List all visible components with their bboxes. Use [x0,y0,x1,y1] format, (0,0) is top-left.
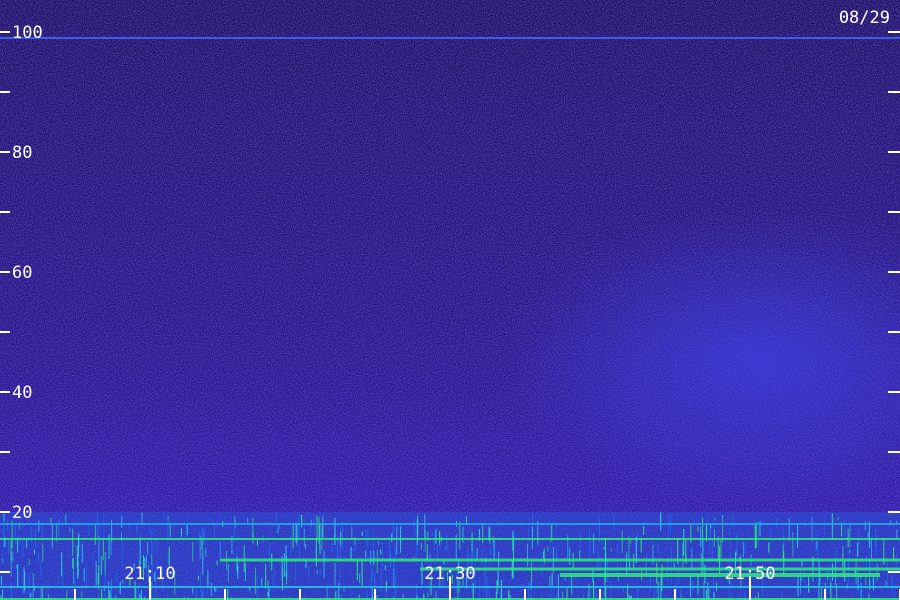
x-tick-label: 21:50 [724,564,775,584]
x-tick-label: 21:30 [424,564,475,584]
date-label: 08/29 [839,8,890,28]
plot-area [0,0,900,600]
spectrogram-chart: 100 80 60 40 20 21:10 21:30 21:50 08/29 [0,0,900,600]
y-tick-label: 40 [12,383,32,403]
y-tick-label: 20 [12,503,32,523]
x-tick-label: 21:10 [124,564,175,584]
y-tick-label: 80 [12,143,32,163]
y-tick-label: 60 [12,263,32,283]
y-tick-label: 100 [12,23,43,43]
